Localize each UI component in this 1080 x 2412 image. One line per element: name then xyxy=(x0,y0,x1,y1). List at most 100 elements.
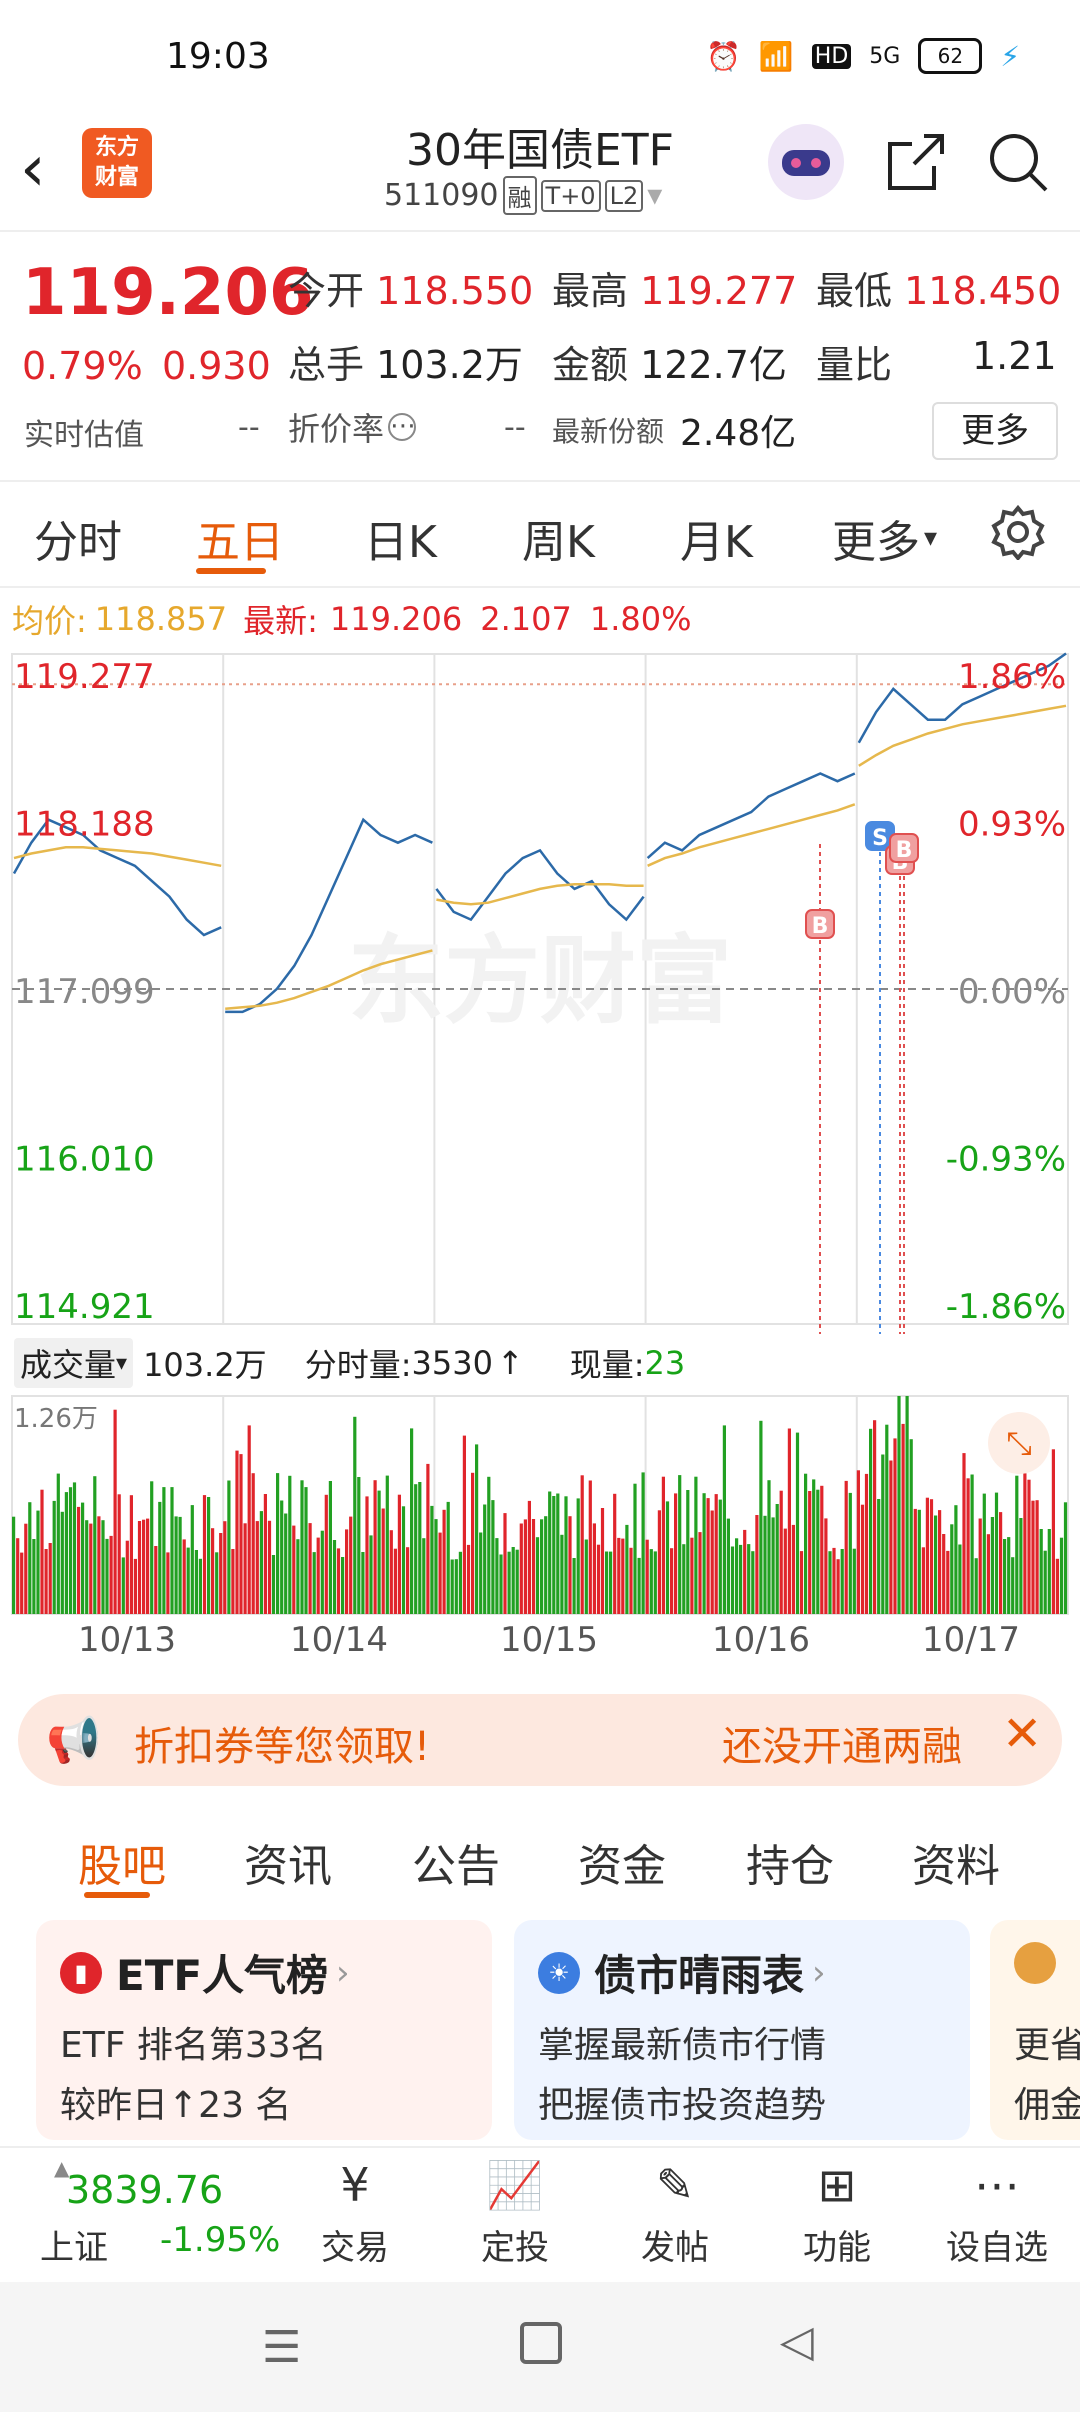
volume-bar xyxy=(434,1519,438,1614)
volume-selector[interactable]: 成交量 ▾ xyxy=(14,1338,134,1388)
volume-bar xyxy=(345,1529,349,1614)
tab-profile[interactable]: 资料 xyxy=(912,1830,1000,1894)
volume-bar xyxy=(625,1524,629,1614)
volume-bar xyxy=(820,1485,824,1614)
volume-bar xyxy=(259,1511,263,1614)
volume-bar xyxy=(182,1539,186,1614)
index-name[interactable]: 上证 xyxy=(40,2220,108,2269)
volume-bar xyxy=(804,1473,808,1614)
stock-code-row[interactable]: 511090 融 T+0 L2 ▾ xyxy=(384,176,662,215)
expand-icon[interactable]: ⤡ xyxy=(988,1412,1050,1474)
etf-popularity-card[interactable]: ▮ ETF人气榜 › ETF 排名第33名 较昨日↑23 名 xyxy=(36,1920,492,2140)
volume-bar xyxy=(1031,1500,1035,1614)
volume-bar xyxy=(816,1489,820,1614)
y-tick-label: 114.921 xyxy=(14,1287,155,1327)
tab-monthly-k[interactable]: 月K xyxy=(680,506,753,570)
tab-news[interactable]: 资讯 xyxy=(244,1830,332,1894)
volume-bar xyxy=(751,1551,755,1614)
home-icon[interactable] xyxy=(520,2322,562,2364)
volume-bar xyxy=(438,1532,442,1614)
volume-bar xyxy=(211,1528,215,1614)
volume-bar xyxy=(670,1548,674,1614)
volume-bar xyxy=(828,1551,832,1614)
date-label: 10/14 xyxy=(290,1620,388,1660)
volume-bar xyxy=(564,1496,568,1614)
volume-bar xyxy=(962,1453,966,1614)
y-tick-label: -1.86% xyxy=(946,1287,1066,1327)
premium-stat[interactable]: 折价率 ⋯ xyxy=(288,404,417,450)
tab-announcements[interactable]: 公告 xyxy=(412,1830,500,1894)
tab-weekly-k[interactable]: 周K xyxy=(522,506,595,570)
volume-bar xyxy=(730,1546,735,1614)
high-stat: 最高 119.277 xyxy=(552,260,797,315)
nav-invest-plan[interactable]: 📈 定投 xyxy=(460,2158,570,2269)
volume-bar xyxy=(414,1484,418,1614)
date-label: 10/13 xyxy=(78,1620,176,1660)
nav-add-watchlist[interactable]: ⋯ 设自选 xyxy=(942,2158,1052,2269)
back-triangle-icon[interactable]: ◁ xyxy=(780,2316,814,2367)
volume-bar xyxy=(905,1396,909,1614)
volume-bar xyxy=(897,1396,901,1614)
trend-chart-icon: 📈 xyxy=(486,2158,544,2212)
volume-bar xyxy=(958,1544,962,1614)
ratio-value: 1.21 xyxy=(972,334,1057,378)
search-icon[interactable] xyxy=(986,130,1052,200)
system-nav-bar: ☰ ◁ xyxy=(0,2282,1080,2412)
nav-functions[interactable]: ⊞ 功能 xyxy=(782,2158,892,2269)
volume-bar xyxy=(44,1549,48,1614)
five-day-price-chart[interactable]: 东方财富 119.277 1.86% 118.188 0.93% 117.099 0.00%… xyxy=(0,644,1080,1334)
volume-bar xyxy=(462,1435,466,1614)
volume-bar xyxy=(633,1483,637,1614)
more-dots-icon: ⋯ xyxy=(974,2158,1020,2212)
volume-bar xyxy=(848,1492,852,1614)
iopv-label: 实时估值 xyxy=(24,418,144,453)
tab-forum[interactable]: 股吧 xyxy=(78,1830,166,1894)
bond-market-card[interactable]: ☀ 债市晴雨表 › 掌握最新债市行情 把握债市投资趋势 xyxy=(514,1920,970,2140)
volume-bar xyxy=(694,1476,698,1614)
volume-bar xyxy=(207,1497,211,1614)
menu-icon[interactable]: ☰ xyxy=(262,2322,301,2373)
volume-bar xyxy=(1039,1529,1043,1614)
premium-value: -- xyxy=(504,410,526,445)
share-icon[interactable] xyxy=(884,130,948,198)
index-value[interactable]: 3839.76 xyxy=(66,2168,223,2212)
volume-bar xyxy=(913,1508,917,1614)
volume-bar xyxy=(649,1549,653,1614)
nav-post[interactable]: ✎ 发帖 xyxy=(620,2158,730,2269)
settings-gear-icon[interactable] xyxy=(990,504,1046,564)
card-header: ▮ ETF人气榜 › xyxy=(60,1942,350,2003)
volume-bar xyxy=(994,1492,999,1614)
close-icon[interactable]: ✕ xyxy=(1002,1706,1042,1762)
index-change[interactable]: -1.95% xyxy=(160,2220,280,2260)
tab-daily-k[interactable]: 日K xyxy=(364,506,437,570)
tab-indicator xyxy=(196,568,266,574)
assistant-robot-icon[interactable] xyxy=(768,124,844,200)
tab-more[interactable]: 更多 ▾ xyxy=(832,506,937,570)
tab-holdings[interactable]: 持仓 xyxy=(746,1830,834,1894)
volume-bar xyxy=(714,1494,718,1614)
volume-bar xyxy=(799,1551,804,1614)
tab-funds[interactable]: 资金 xyxy=(578,1830,666,1894)
nav-trade[interactable]: ¥ 交易 xyxy=(300,2158,410,2269)
chevron-down-icon: ▾ xyxy=(647,178,663,213)
promo-right-text: 还没开通两融 xyxy=(722,1724,962,1770)
volume-chart[interactable] xyxy=(0,1392,1080,1618)
volume-bar xyxy=(227,1480,231,1614)
volume-bar xyxy=(726,1518,730,1614)
volume-bar xyxy=(1035,1500,1039,1614)
promo-banner[interactable]: 📢 折扣券等您领取! 还没开通两融 ✕ xyxy=(18,1694,1062,1786)
watermark: 东方财富 xyxy=(348,925,732,1037)
nav-label: 发帖 xyxy=(641,2228,709,2268)
network-icon: 5G xyxy=(869,43,901,69)
tab-five-day[interactable]: 五日 xyxy=(196,506,284,570)
volume-bar xyxy=(267,1520,272,1614)
more-button[interactable]: 更多 xyxy=(932,402,1058,460)
volume-bar xyxy=(479,1532,483,1614)
tab-intraday[interactable]: 分时 xyxy=(34,506,122,570)
card-line: 把握债市投资趋势 xyxy=(538,2085,827,2126)
partial-card[interactable]: 更省 佣金 xyxy=(990,1920,1080,2140)
y-tick-label: 0.93% xyxy=(958,805,1066,845)
volume-selector-label: 成交量 xyxy=(20,1346,117,1384)
volume-bar xyxy=(52,1500,56,1614)
volume-bar xyxy=(410,1428,414,1614)
